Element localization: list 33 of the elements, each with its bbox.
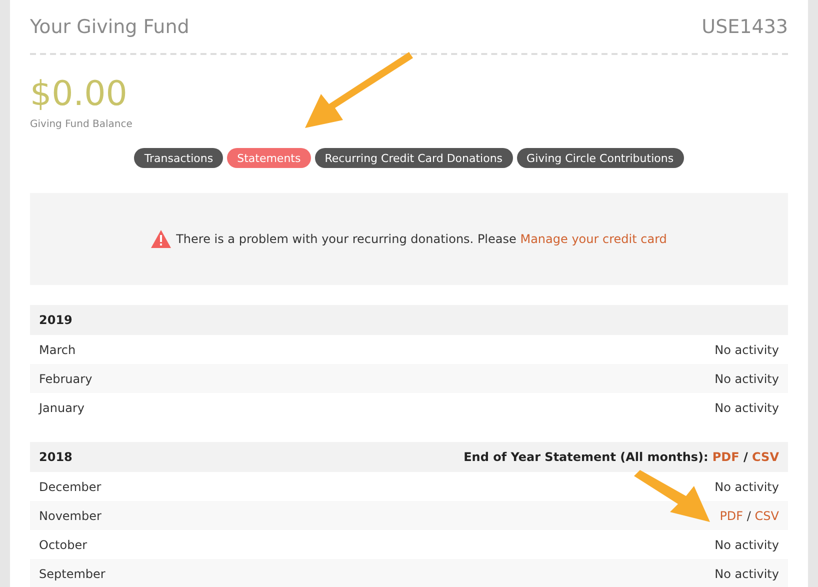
separator: / xyxy=(743,450,748,464)
csv-link[interactable]: CSV xyxy=(752,450,779,464)
balance-amount: $0.00 xyxy=(30,75,128,113)
month-name: January xyxy=(39,400,84,414)
activity-status: No activity xyxy=(714,400,779,414)
month-name: December xyxy=(39,480,102,494)
pdf-link[interactable]: PDF xyxy=(720,508,744,522)
year-heading: 2019 xyxy=(39,313,72,327)
activity-status: No activity xyxy=(714,480,779,494)
activity-status: No activity xyxy=(714,566,779,580)
page-title: Your Giving Fund xyxy=(30,16,190,38)
alert-message: There is a problem with your recurring donations. Please Manage your credit card xyxy=(176,232,667,246)
activity-status: No activity xyxy=(714,372,779,386)
warning-icon xyxy=(151,230,172,248)
activity-status: No activity xyxy=(714,342,779,356)
tab[interactable]: Recurring Credit Card Donations xyxy=(314,148,513,168)
month-name: February xyxy=(39,372,92,386)
tab[interactable]: Statements xyxy=(227,148,311,168)
month-name: March xyxy=(39,342,76,356)
balance-label: Giving Fund Balance xyxy=(30,119,134,130)
activity-status: No activity xyxy=(714,538,779,552)
csv-link[interactable]: CSV xyxy=(754,508,779,522)
month-name: November xyxy=(39,508,102,522)
month-name: September xyxy=(39,566,106,580)
year-heading: 2018 xyxy=(39,450,72,464)
month-name: October xyxy=(39,538,88,552)
tab[interactable]: Transactions xyxy=(134,148,224,168)
pdf-link[interactable]: PDF xyxy=(712,450,740,464)
separator: / xyxy=(746,508,751,522)
tab[interactable]: Giving Circle Contributions xyxy=(516,148,684,168)
account-id: USE1433 xyxy=(702,16,788,38)
end-of-year-label: End of Year Statement (All months): xyxy=(464,450,708,464)
manage-card-link[interactable]: Manage your credit card xyxy=(520,232,667,246)
